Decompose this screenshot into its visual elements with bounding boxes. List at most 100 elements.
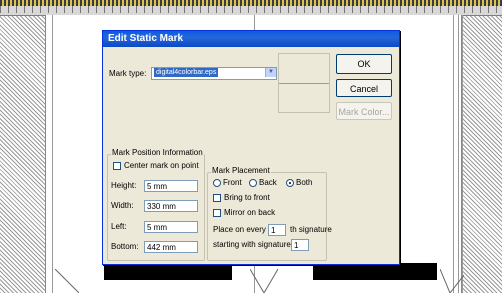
- ruler-tick: [256, 6, 257, 13]
- mirror-on-back-checkbox[interactable]: [213, 209, 221, 217]
- ruler-tick: [384, 6, 385, 13]
- mark-preview: [278, 53, 330, 113]
- ruler-tick: [144, 6, 145, 13]
- color-bar-mark[interactable]: [104, 263, 232, 280]
- ruler-tick: [328, 6, 329, 13]
- front-radio[interactable]: [213, 179, 221, 187]
- ruler-tick: [264, 6, 265, 13]
- back-radio-label: Back: [259, 178, 277, 187]
- cancel-button[interactable]: Cancel: [336, 79, 392, 97]
- ruler-tick: [40, 6, 41, 13]
- ruler-tick: [368, 6, 369, 13]
- ruler-tick: [200, 6, 201, 13]
- ruler-tick: [184, 6, 185, 13]
- ruler-tick: [216, 6, 217, 13]
- ruler-tick: [88, 6, 89, 13]
- center-mark-checkbox[interactable]: [113, 162, 121, 170]
- left-field[interactable]: 5 mm: [144, 221, 198, 233]
- fold-mark: [440, 269, 464, 293]
- ruler-tick: [160, 6, 161, 13]
- ruler-tick: [272, 6, 273, 13]
- ruler-tick: [408, 6, 409, 13]
- ruler-tick: [8, 6, 9, 13]
- ruler-tick: [24, 6, 25, 13]
- starting-with-field[interactable]: 1: [291, 239, 309, 251]
- ruler-tick: [248, 6, 249, 13]
- ruler-tick: [376, 6, 377, 13]
- height-field[interactable]: 5 mm: [144, 180, 198, 192]
- preview-line: [279, 83, 329, 84]
- height-label: Height:: [111, 181, 137, 190]
- sheet-guide-line: [52, 15, 53, 293]
- ruler-tick: [16, 6, 17, 13]
- dialog-title[interactable]: Edit Static Mark: [103, 31, 399, 47]
- ruler-tick: [104, 6, 105, 13]
- ruler-tick: [424, 6, 425, 13]
- mirror-on-back-label: Mirror on back: [224, 208, 276, 217]
- ruler-tick: [136, 6, 137, 13]
- mark-placement-title: Mark Placement: [211, 166, 271, 175]
- sheet-edge-line: [462, 15, 463, 293]
- ruler-tick: [496, 6, 497, 13]
- mark-type-value: digital4colorbar.eps: [154, 68, 219, 77]
- ruler-tick: [312, 6, 313, 13]
- both-radio[interactable]: [286, 179, 294, 187]
- starting-with-label: starting with signature: [213, 240, 291, 249]
- mark-type-select[interactable]: digital4colorbar.eps ▼: [151, 67, 277, 80]
- ruler-tick: [472, 6, 473, 13]
- ruler-tick: [392, 6, 393, 13]
- ruler-tick: [344, 6, 345, 13]
- ruler-tick: [80, 6, 81, 13]
- th-signature-label: th signature: [290, 225, 332, 234]
- width-field[interactable]: 330 mm: [144, 200, 198, 212]
- ruler-tick: [72, 6, 73, 13]
- color-bar-mark[interactable]: [313, 263, 437, 280]
- sheet-guide-line: [453, 15, 454, 293]
- bring-to-front-label: Bring to front: [224, 193, 270, 202]
- chevron-down-icon[interactable]: ▼: [265, 68, 276, 77]
- mark-color-button[interactable]: Mark Color...: [336, 102, 392, 120]
- mark-position-title: Mark Position Information: [111, 148, 204, 157]
- ruler-tick: [120, 6, 121, 13]
- ruler-tick: [320, 6, 321, 13]
- ruler-tick: [448, 6, 449, 13]
- ruler-tick: [168, 6, 169, 13]
- ruler-tick: [48, 6, 49, 13]
- place-on-every-field[interactable]: 1: [268, 224, 286, 236]
- ruler-tick: [296, 6, 297, 13]
- ruler-tick: [128, 6, 129, 13]
- ruler-tick: [432, 6, 433, 13]
- ruler-tick: [56, 6, 57, 13]
- fold-mark: [55, 269, 79, 293]
- left-label: Left:: [111, 222, 127, 231]
- ok-button[interactable]: OK: [336, 54, 392, 74]
- ruler-tick: [0, 6, 1, 13]
- bottom-label: Bottom:: [111, 242, 139, 251]
- back-radio[interactable]: [249, 179, 257, 187]
- mark-type-label: Mark type:: [109, 69, 147, 78]
- ruler-tick: [32, 6, 33, 13]
- ruler-tick: [480, 6, 481, 13]
- ruler-tick: [152, 6, 153, 13]
- both-radio-label: Both: [296, 178, 313, 187]
- bottom-field[interactable]: 442 mm: [144, 241, 198, 253]
- ruler-tick: [288, 6, 289, 13]
- ruler-tick: [360, 6, 361, 13]
- center-mark-label: Center mark on point: [124, 161, 199, 170]
- ruler-tick: [304, 6, 305, 13]
- place-on-every-label: Place on every: [213, 225, 266, 234]
- ruler-tick: [456, 6, 457, 13]
- ruler-tick: [488, 6, 489, 13]
- ruler-tick: [240, 6, 241, 13]
- ruler-tick: [176, 6, 177, 13]
- ruler-tick: [440, 6, 441, 13]
- ruler-tick: [224, 6, 225, 13]
- ruler-tick: [336, 6, 337, 13]
- edit-static-mark-dialog: Edit Static Mark Mark type: digital4colo…: [102, 30, 400, 265]
- ruler-tick: [112, 6, 113, 13]
- ruler-tick: [96, 6, 97, 13]
- ruler-tick: [352, 6, 353, 13]
- bring-to-front-checkbox[interactable]: [213, 194, 221, 202]
- ruler-tick: [464, 6, 465, 13]
- ruler-tick: [280, 6, 281, 13]
